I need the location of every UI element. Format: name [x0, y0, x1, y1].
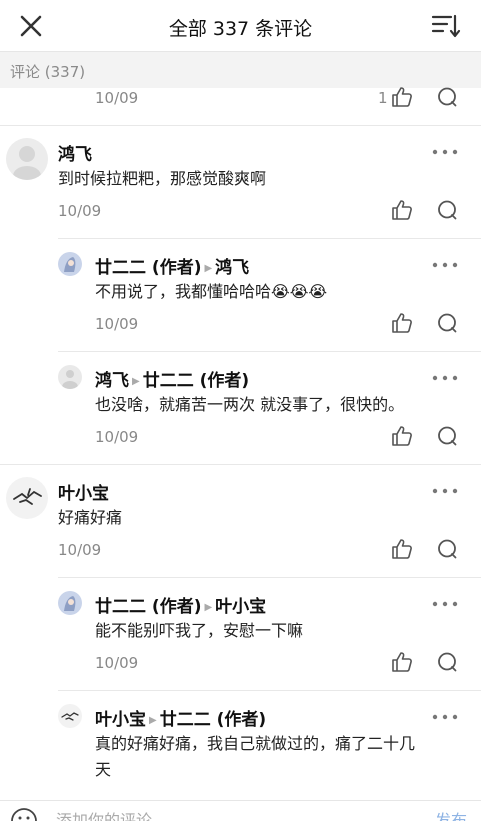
like-icon[interactable] [391, 199, 413, 221]
reply-target[interactable]: 叶小宝 [215, 597, 266, 617]
comment-count-label: 评论 (337) [10, 63, 86, 81]
avatar[interactable] [6, 477, 48, 519]
comment-date: 10/09 [95, 428, 139, 446]
more-icon[interactable] [432, 261, 458, 269]
reply-header: 叶小宝 ▶ 廿二二 (作者) [95, 705, 266, 730]
reply-arrow-icon: ▶ [204, 263, 213, 274]
reply-row: 廿二二 (作者) ▶ 鸿飞 不用说了，我都懂哈哈哈😭😭😭 10/09 [0, 239, 481, 351]
reply-arrow-icon: ▶ [204, 602, 213, 613]
reply-arrow-icon: ▶ [132, 376, 140, 387]
avatar[interactable] [58, 591, 82, 615]
comment-count-bar: 评论 (337) [0, 52, 481, 88]
more-icon[interactable] [432, 148, 458, 156]
comment-text: 到时候拉粑粑，那感觉酸爽啊 [58, 169, 267, 188]
comment-author[interactable]: 廿二二 (作者) [95, 258, 201, 278]
reply-icon[interactable] [436, 86, 458, 108]
comment-author[interactable]: 叶小宝 [95, 710, 146, 730]
reply-target[interactable]: 廿二二 (作者) [143, 371, 249, 391]
comment-date: 10/09 [58, 202, 102, 220]
emoji-icon[interactable] [10, 807, 38, 821]
more-icon[interactable] [432, 487, 458, 495]
top-bar: 全部 337 条评论 [0, 0, 481, 52]
reply-arrow-icon: ▶ [149, 715, 157, 726]
comment-author[interactable]: 叶小宝 [58, 479, 109, 504]
reply-icon[interactable] [436, 312, 458, 334]
more-icon[interactable] [432, 374, 458, 382]
comment-text: 也没啥，就痛苦一两次 就没事了，很快的。 [95, 395, 405, 414]
reply-icon[interactable] [436, 651, 458, 673]
comment-date: 10/09 [95, 315, 139, 333]
avatar[interactable] [58, 365, 82, 389]
comment-row: 鸿飞 到时候拉粑粑，那感觉酸爽啊 10/09 [0, 126, 481, 238]
like-count: 1 [378, 89, 388, 107]
page-title: 全部 337 条评论 [168, 18, 313, 40]
comment-author[interactable]: 鸿飞 [58, 140, 92, 165]
like-icon[interactable] [391, 538, 413, 560]
reply-icon[interactable] [436, 425, 458, 447]
reply-target[interactable]: 廿二二 (作者) [160, 710, 266, 730]
comment-date: 10/09 [58, 541, 102, 559]
comment-date: 10/09 [95, 89, 139, 107]
reply-icon[interactable] [436, 538, 458, 560]
like-icon[interactable] [391, 651, 413, 673]
avatar[interactable] [58, 704, 82, 728]
reply-row: 廿二二 (作者) ▶ 叶小宝 能不能别吓我了，安慰一下嘛 10/09 [0, 578, 481, 690]
reply-header: 廿二二 (作者) ▶ 鸿飞 [95, 253, 249, 278]
sort-icon[interactable] [431, 13, 461, 39]
comment-text: 不用说了，我都懂哈哈哈😭😭😭 [95, 282, 328, 301]
like-icon[interactable] [391, 86, 413, 108]
more-icon[interactable] [432, 713, 458, 721]
reply-target[interactable]: 鸿飞 [215, 258, 249, 278]
reply-icon[interactable] [436, 199, 458, 221]
comment-row-partial: 10/09 1 [0, 86, 481, 126]
comment-row: 叶小宝 好痛好痛 10/09 [0, 465, 481, 577]
comment-date: 10/09 [95, 654, 139, 672]
reply-row: 鸿飞 ▶ 廿二二 (作者) 也没啥，就痛苦一两次 就没事了，很快的。 10/09 [0, 352, 481, 464]
avatar[interactable] [6, 138, 48, 180]
comment-text: 好痛好痛 [58, 508, 123, 527]
reply-header: 鸿飞 ▶ 廿二二 (作者) [95, 366, 249, 391]
comment-input-bar: 添加你的评论 发布 [0, 800, 481, 821]
comment-text: 能不能别吓我了，安慰一下嘛 [95, 621, 304, 640]
reply-row: 叶小宝 ▶ 廿二二 (作者) 真的好痛好痛，我自己就做过的，痛了二十几 天 [0, 691, 481, 800]
reply-header: 廿二二 (作者) ▶ 叶小宝 [95, 592, 266, 617]
like-icon[interactable] [391, 425, 413, 447]
comment-text-line-1: 真的好痛好痛，我自己就做过的，痛了二十几 [95, 734, 416, 753]
comment-author[interactable]: 鸿飞 [95, 371, 129, 391]
comment-author[interactable]: 廿二二 (作者) [95, 597, 201, 617]
comment-text-line-2: 天 [95, 760, 112, 779]
send-button[interactable]: 发布 [435, 807, 467, 821]
more-icon[interactable] [432, 600, 458, 608]
like-icon[interactable] [391, 312, 413, 334]
avatar[interactable] [58, 252, 82, 276]
comment-input[interactable]: 添加你的评论 [56, 807, 152, 821]
